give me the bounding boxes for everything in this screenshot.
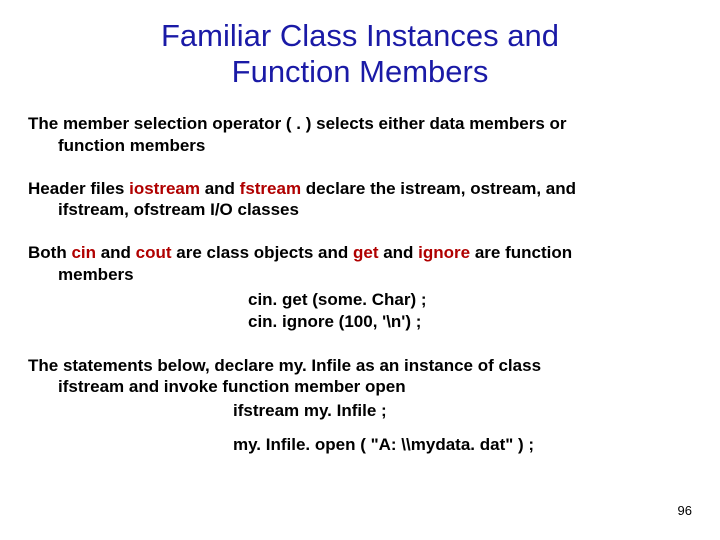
- p3-cin: cin: [71, 243, 96, 262]
- title-line-1: Familiar Class Instances and: [161, 18, 559, 53]
- code-line-3: ifstream my. Infile ;: [233, 401, 692, 421]
- p4-line-a: The statements below, declare my. Infile…: [28, 356, 541, 375]
- p1-line-a: The member selection operator ( . ) sele…: [28, 114, 567, 133]
- page-number: 96: [678, 503, 692, 518]
- paragraph-3: Both cin and cout are class objects and …: [28, 242, 692, 285]
- paragraph-1: The member selection operator ( . ) sele…: [28, 113, 692, 156]
- p3-1: Both: [28, 243, 71, 262]
- p2-mid: and: [200, 179, 240, 198]
- p1-line-b: function members: [58, 135, 692, 156]
- title-line-2: Function Members: [232, 54, 489, 89]
- code-line-4: my. Infile. open ( "A: \\mydata. dat" ) …: [233, 435, 692, 455]
- p3-line-b: members: [58, 264, 692, 285]
- code-block-1: cin. get (some. Char) ; cin. ignore (100…: [248, 289, 692, 333]
- slide-title: Familiar Class Instances and Function Me…: [28, 18, 692, 89]
- p3-ignore: ignore: [418, 243, 470, 262]
- p3-get: get: [353, 243, 379, 262]
- p4-line-b: ifstream and invoke function member open: [58, 376, 692, 397]
- p2-iostream: iostream: [129, 179, 200, 198]
- p3-5: are function: [470, 243, 572, 262]
- p2-pre: Header files: [28, 179, 129, 198]
- code-line-2: cin. ignore (100, '\n') ;: [248, 311, 692, 333]
- paragraph-2: Header files iostream and fstream declar…: [28, 178, 692, 221]
- code-line-1: cin. get (some. Char) ;: [248, 289, 692, 311]
- p2-fstream: fstream: [240, 179, 301, 198]
- p3-3: are class objects and: [172, 243, 353, 262]
- p2-post: declare the istream, ostream, and: [301, 179, 576, 198]
- p3-4: and: [378, 243, 418, 262]
- paragraph-4: The statements below, declare my. Infile…: [28, 355, 692, 398]
- p3-2: and: [96, 243, 136, 262]
- slide: Familiar Class Instances and Function Me…: [0, 0, 720, 540]
- p3-cout: cout: [136, 243, 172, 262]
- p2-line-b: ifstream, ofstream I/O classes: [58, 199, 692, 220]
